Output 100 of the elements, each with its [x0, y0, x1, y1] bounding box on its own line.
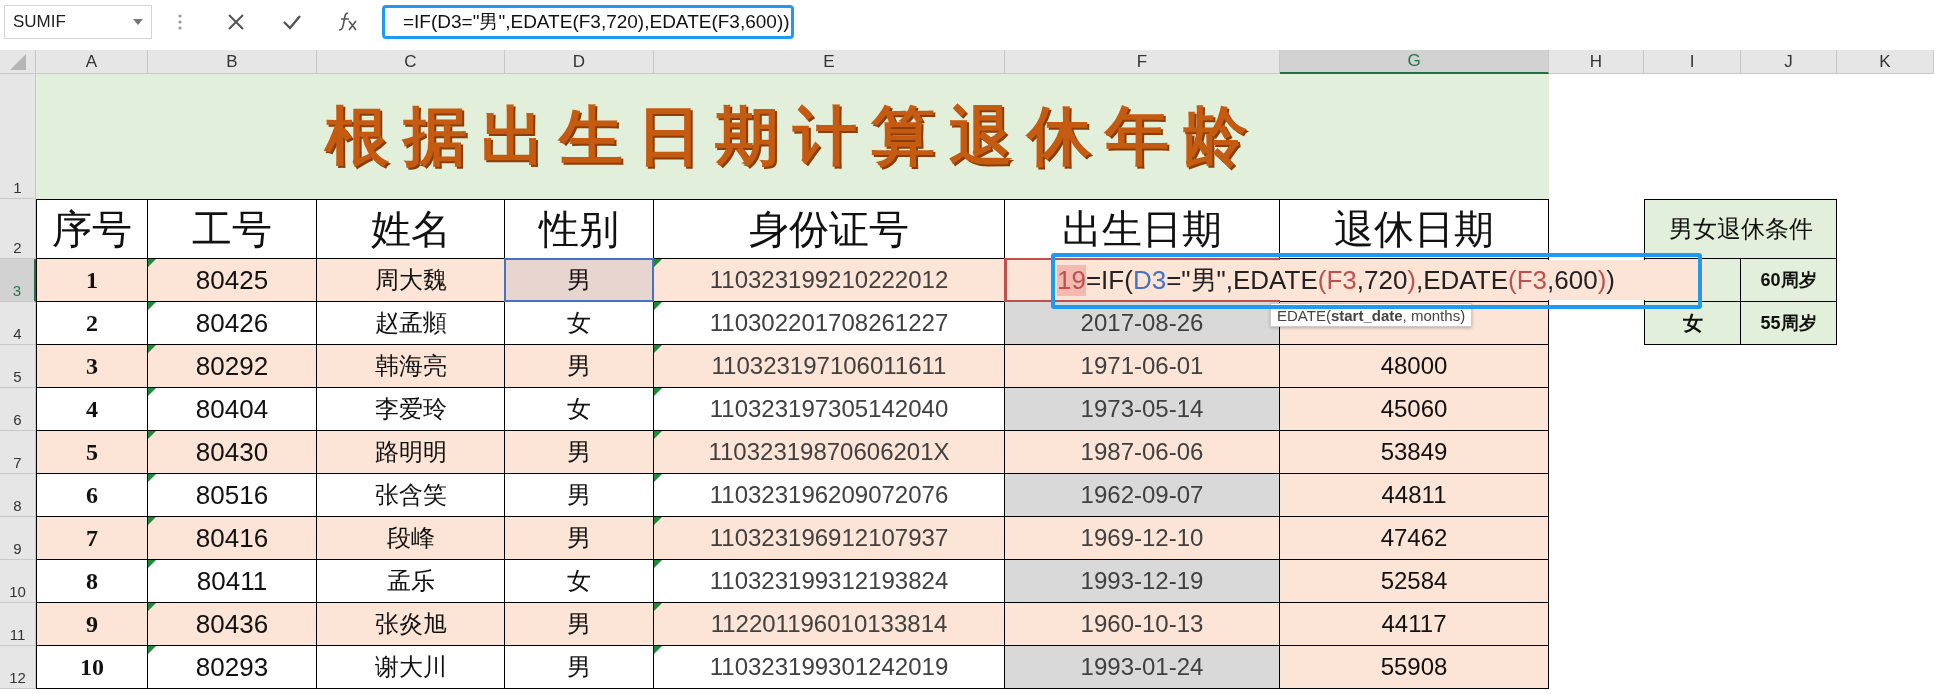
corner-triangle-icon — [654, 560, 662, 568]
table-cell: 男 — [505, 603, 654, 646]
table-cell: 1973-05-14 — [1005, 388, 1280, 431]
corner-triangle-icon — [148, 560, 156, 568]
table-cell: 48000 — [1280, 345, 1549, 388]
corner-triangle-icon — [654, 431, 662, 439]
row-header[interactable]: 12 — [0, 646, 36, 689]
table-cell: 80516 — [148, 474, 317, 517]
table-cell: 44117 — [1280, 603, 1549, 646]
corner-triangle-icon — [148, 388, 156, 396]
row-header[interactable]: 5 — [0, 345, 36, 388]
row-header[interactable]: 10 — [0, 560, 36, 603]
column-header[interactable]: D — [505, 50, 654, 74]
column-header[interactable]: K — [1837, 50, 1934, 74]
table-cell: 张含笑 — [317, 474, 505, 517]
corner-triangle-icon — [148, 603, 156, 611]
table-cell: 7 — [36, 517, 148, 560]
table-cell: 80426 — [148, 302, 317, 345]
table-cell: 80436 — [148, 603, 317, 646]
check-icon — [282, 14, 302, 30]
corner-triangle-icon — [654, 646, 662, 654]
table-cell: 张炎旭 — [317, 603, 505, 646]
column-header[interactable]: F — [1005, 50, 1280, 74]
row-header[interactable]: 6 — [0, 388, 36, 431]
column-header[interactable]: H — [1549, 50, 1644, 74]
table-cell: 80292 — [148, 345, 317, 388]
column-header[interactable]: I — [1644, 50, 1741, 74]
column-header[interactable]: J — [1741, 50, 1837, 74]
table-cell: 1993-12-19 — [1005, 560, 1280, 603]
column-header[interactable]: C — [317, 50, 505, 74]
table-cell: 80416 — [148, 517, 317, 560]
caret-icon — [133, 19, 143, 25]
row-header[interactable]: 3 — [0, 259, 36, 302]
column-header[interactable]: E — [654, 50, 1005, 74]
function-icon — [337, 12, 359, 32]
corner-triangle-icon — [148, 474, 156, 482]
table-cell: 45060 — [1280, 388, 1549, 431]
header-cell: 男女退休条件 — [1644, 199, 1837, 259]
table-cell: 男 — [505, 646, 654, 689]
table-cell: 80293 — [148, 646, 317, 689]
header-cell: 身份证号 — [654, 199, 1005, 259]
row-header[interactable]: 7 — [0, 431, 36, 474]
column-header[interactable]: B — [148, 50, 317, 74]
table-cell: 11032319870606201X — [654, 431, 1005, 474]
column-header[interactable]: A — [36, 50, 148, 74]
table-cell: 女 — [1644, 302, 1741, 345]
table-cell: 80411 — [148, 560, 317, 603]
column-header[interactable]: G — [1280, 50, 1549, 74]
table-cell: 女 — [505, 560, 654, 603]
table-cell: 110323199301242019 — [654, 646, 1005, 689]
table-cell: 孟乐 — [317, 560, 505, 603]
sheet-title: 根据出生日期计算退休年龄 — [36, 74, 1549, 199]
more-icon — [178, 13, 182, 31]
corner-triangle-icon — [654, 603, 662, 611]
corner-triangle-icon — [654, 345, 662, 353]
table-cell: 男 — [505, 517, 654, 560]
table-cell: 女 — [505, 388, 654, 431]
corner-triangle-icon — [654, 474, 662, 482]
corner-triangle-icon — [148, 302, 156, 310]
row-header[interactable]: 9 — [0, 517, 36, 560]
row-header[interactable]: 1 — [0, 74, 36, 199]
table-cell: 6 — [36, 474, 148, 517]
table-cell: 1962-09-07 — [1005, 474, 1280, 517]
cell-editor[interactable]: 19=IF(D3="男",EDATE(F3,720),EDATE(F3,600)) — [1005, 260, 1705, 300]
table-cell: 110323197106011611 — [654, 345, 1005, 388]
table-cell: 1 — [36, 259, 148, 302]
formula-input[interactable]: =IF(D3="男",EDATE(F3,720),EDATE(F3,600)) — [382, 5, 794, 39]
row-header[interactable]: 2 — [0, 199, 36, 259]
row-header[interactable]: 4 — [0, 302, 36, 345]
table-cell: 男 — [505, 474, 654, 517]
corner-triangle-icon — [148, 646, 156, 654]
table-cell: 110323199210222012 — [654, 259, 1005, 302]
corner-triangle-icon — [654, 517, 662, 525]
table-cell: 1987-06-06 — [1005, 431, 1280, 474]
table-cell: 110323196912107937 — [654, 517, 1005, 560]
table-cell: 5 — [36, 431, 148, 474]
table-cell: 赵孟頫 — [317, 302, 505, 345]
table-cell: 3 — [36, 345, 148, 388]
table-cell: 112201196010133814 — [654, 603, 1005, 646]
row-header[interactable]: 11 — [0, 603, 36, 646]
table-cell: 80430 — [148, 431, 317, 474]
table-cell: 44811 — [1280, 474, 1549, 517]
table-cell: 2 — [36, 302, 148, 345]
header-cell: 性别 — [505, 199, 654, 259]
header-cell: 姓名 — [317, 199, 505, 259]
table-cell: 男 — [505, 345, 654, 388]
header-cell: 工号 — [148, 199, 317, 259]
table-cell: 110302201708261227 — [654, 302, 1005, 345]
table-cell: 1969-12-10 — [1005, 517, 1280, 560]
table-cell: 110323199312193824 — [654, 560, 1005, 603]
corner-triangle-icon — [654, 302, 662, 310]
table-cell: 55908 — [1280, 646, 1549, 689]
table-cell: 110323197305142040 — [654, 388, 1005, 431]
table-cell: 53849 — [1280, 431, 1549, 474]
table-cell: 4 — [36, 388, 148, 431]
row-header[interactable]: 8 — [0, 474, 36, 517]
corner-triangle-icon — [654, 388, 662, 396]
name-box[interactable]: SUMIF — [4, 5, 152, 39]
table-cell: 1993-01-24 — [1005, 646, 1280, 689]
table-cell: 男 — [505, 259, 654, 302]
